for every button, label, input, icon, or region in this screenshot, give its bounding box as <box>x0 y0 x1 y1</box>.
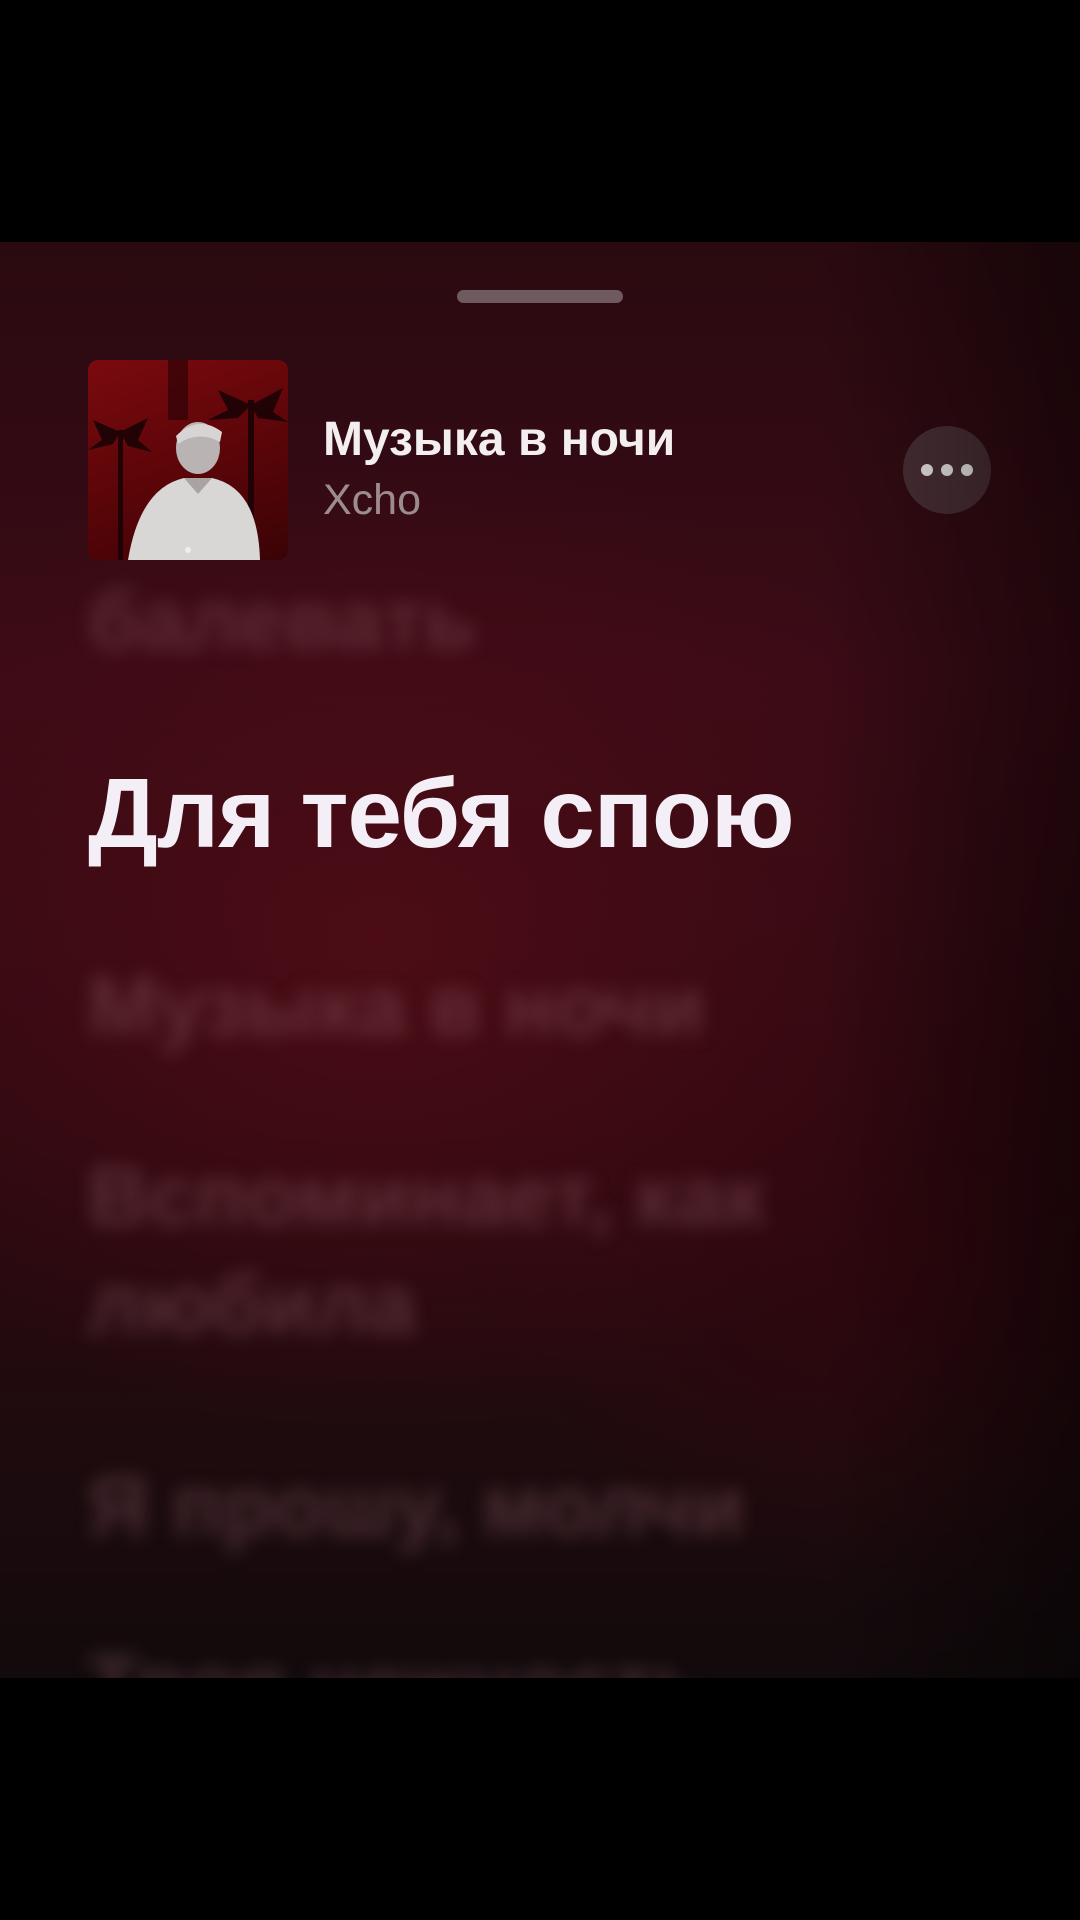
lyric-line-next[interactable]: Вспоминает, как любила <box>88 1142 968 1358</box>
album-artwork-image <box>88 360 288 560</box>
ellipsis-icon <box>921 464 973 476</box>
now-playing-lyrics-sheet: Музыка в ночи Xcho балевать Для тебя спо… <box>0 242 1080 1678</box>
album-artwork[interactable] <box>88 360 288 560</box>
artist-name[interactable]: Xcho <box>323 476 421 525</box>
lyric-line-current[interactable]: Для тебя спою <box>88 757 795 870</box>
bottom-black-bar <box>0 1678 1080 1920</box>
song-title[interactable]: Музыка в ночи <box>323 412 675 467</box>
lyric-line-next[interactable]: Музыка в ночи <box>88 952 705 1060</box>
more-options-button[interactable] <box>903 426 991 514</box>
sheet-grabber[interactable] <box>457 290 623 303</box>
top-black-bar <box>0 0 1080 242</box>
lyric-line-previous[interactable]: балевать <box>88 572 476 669</box>
lyric-line-next[interactable]: Твоя нежность <box>88 1632 706 1678</box>
lyric-line-next[interactable]: Я прошу, молчи <box>88 1452 744 1560</box>
